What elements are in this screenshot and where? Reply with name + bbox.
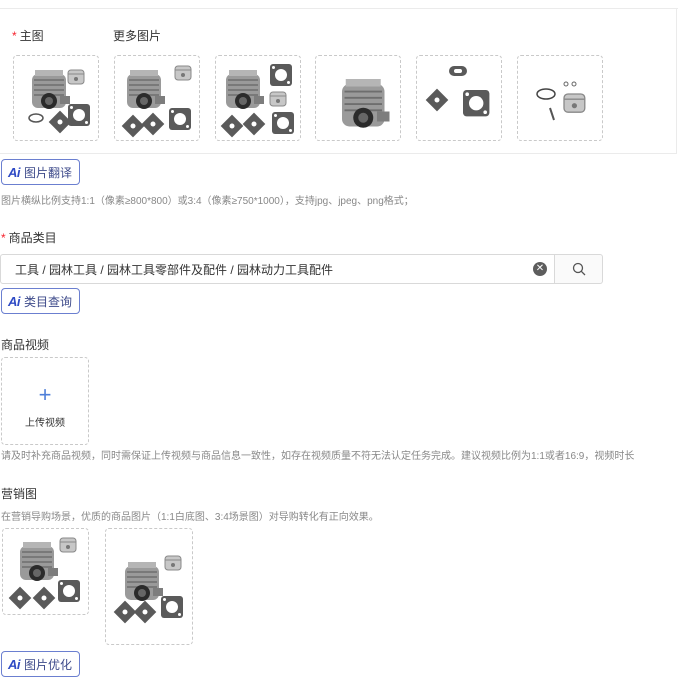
category-input[interactable]: 工具 / 园林工具 / 园林工具零部件及配件 / 园林动力工具配件 ✕: [0, 254, 555, 284]
marketing-hint: 在营销导购场景，优质的商品图片（1:1白底图、3:4场景图）对导购转化有正向效果…: [1, 512, 379, 523]
more-image-thumbnail[interactable]: [215, 55, 301, 141]
ai-icon: Ai: [8, 656, 21, 672]
cylinder-kit-image: [220, 64, 294, 138]
plus-icon: +: [38, 381, 52, 407]
video-label: 商品视频: [1, 338, 50, 352]
ai-icon: Ai: [8, 293, 21, 309]
cylinder-kit-image: [8, 537, 80, 609]
category-query-label: 类目查询: [24, 294, 73, 309]
video-upload-button[interactable]: + 上传视频: [1, 357, 89, 445]
piston-image: [536, 81, 586, 121]
image-format-hint: 图片横纵比例支持1:1（像素≥800*800）或3:4（像素≥750*1000）…: [1, 196, 414, 207]
more-images-label: 更多图片: [113, 29, 162, 43]
cylinder-kit-image: [28, 69, 90, 134]
category-query-button[interactable]: Ai 类目查询: [1, 288, 81, 314]
image-translate-button[interactable]: Ai 图片翻译: [1, 159, 81, 185]
more-image-thumbnail[interactable]: [517, 55, 603, 141]
video-upload-label: 上传视频: [25, 417, 65, 429]
category-label: * 商品类目: [1, 229, 57, 246]
image-optimize-label: 图片优化: [24, 657, 73, 672]
image-translate-label: 图片翻译: [24, 165, 73, 180]
category-label-text: 商品类目: [8, 231, 57, 245]
required-mark: *: [1, 231, 6, 245]
main-image-thumbnail[interactable]: [13, 55, 99, 141]
video-hint: 请及时补充商品视频，同时需保证上传视频与商品信息一致性，如存在视频质量不符无法认…: [1, 451, 635, 462]
cylinder-image: [341, 78, 391, 129]
category-value: 工具 / 园林工具 / 园林工具零部件及配件 / 园林动力工具配件: [15, 262, 334, 277]
marketing-label: 营销图: [1, 487, 38, 501]
marketing-image-thumbnail[interactable]: [2, 528, 89, 615]
ai-icon: Ai: [8, 164, 21, 180]
cylinder-kit-image: [121, 65, 192, 138]
more-image-thumbnail[interactable]: [114, 55, 200, 141]
clear-icon[interactable]: ✕: [533, 262, 547, 276]
cylinder-kit-image: [113, 555, 183, 623]
main-image-label: * 主图: [12, 27, 44, 44]
main-image-label-text: 主图: [19, 29, 44, 43]
required-mark: *: [12, 29, 17, 43]
more-image-thumbnail[interactable]: [315, 55, 401, 141]
search-icon: [572, 262, 585, 276]
category-search-button[interactable]: [555, 254, 603, 284]
marketing-image-thumbnail[interactable]: [105, 528, 193, 645]
more-image-thumbnail[interactable]: [416, 55, 502, 141]
gaskets-image: [425, 66, 490, 117]
image-optimize-button[interactable]: Ai 图片优化: [1, 651, 81, 677]
